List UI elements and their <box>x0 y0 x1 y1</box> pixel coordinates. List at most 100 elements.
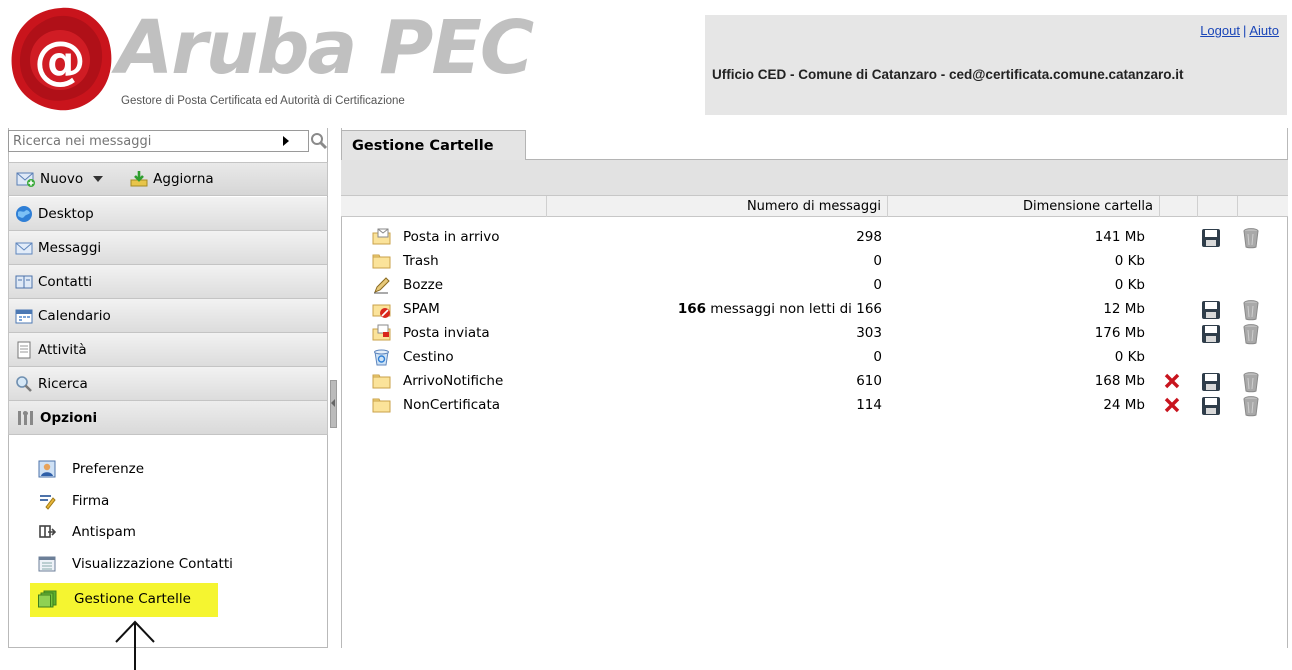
folder-size: 12 Mb <box>1103 301 1145 317</box>
folder-name[interactable]: Posta in arrivo <box>403 229 500 245</box>
folder-size: 168 Mb <box>1094 373 1145 389</box>
nav-contacts[interactable]: Contatti <box>8 265 328 299</box>
nav-calendar[interactable]: Calendario <box>8 299 328 333</box>
task-list-icon <box>17 341 31 358</box>
folder-name[interactable]: ArrivoNotifiche <box>403 373 503 389</box>
drafts-pencil-icon <box>372 276 392 298</box>
option-folder-management[interactable]: Gestione Cartelle <box>38 586 191 612</box>
calendar-icon <box>15 309 33 323</box>
header-links: Logout | Aiuto <box>1200 23 1279 38</box>
count-text: 0 <box>873 349 882 365</box>
count-text: 303 <box>856 325 882 341</box>
folder-row[interactable]: Bozze 0 0 Kb <box>341 274 1288 298</box>
antispam-filter-icon <box>39 525 56 538</box>
folder-message-count: 298 <box>856 229 882 245</box>
column-header-count[interactable]: Numero di messaggi <box>546 196 887 217</box>
nav-messages[interactable]: Messaggi <box>8 231 328 265</box>
folder-name[interactable]: SPAM <box>403 301 440 317</box>
folder-message-count: 610 <box>856 373 882 389</box>
folder-message-count: 303 <box>856 325 882 341</box>
folder-name[interactable]: Bozze <box>403 277 443 293</box>
search-input[interactable] <box>9 131 279 151</box>
nav-tasks[interactable]: Attività <box>8 333 328 367</box>
search-options-arrow-icon[interactable] <box>283 136 289 146</box>
tab-folder-management[interactable]: Gestione Cartelle <box>341 130 526 160</box>
logo-wordmark: Aruba PEC <box>116 5 534 91</box>
column-header-name[interactable] <box>341 196 546 217</box>
folder-name[interactable]: Posta inviata <box>403 325 490 341</box>
new-button[interactable]: Nuovo <box>16 171 115 187</box>
folder-row[interactable]: Posta inviata 303 176 Mb <box>341 322 1288 346</box>
folder-row[interactable]: Posta in arrivo 298 141 Mb <box>341 226 1288 250</box>
option-signature[interactable]: Firma <box>38 488 109 514</box>
tab-toolbar <box>341 159 1288 195</box>
save-folder-button[interactable] <box>1201 228 1221 252</box>
option-preferences[interactable]: Preferenze <box>38 456 144 482</box>
count-text: 0 <box>873 253 882 269</box>
new-button-label: Nuovo <box>40 171 84 187</box>
nav-label: Attività <box>38 341 87 358</box>
spam-folder-icon <box>372 300 392 322</box>
option-contacts-view[interactable]: Visualizzazione Contatti <box>38 551 233 577</box>
folder-row[interactable]: SPAM 166 messaggi non letti di 166 12 Mb <box>341 298 1288 322</box>
inbox-folder-icon <box>372 228 392 250</box>
folder-name[interactable]: NonCertificata <box>403 397 500 413</box>
user-profile-icon <box>38 460 56 478</box>
count-text: 298 <box>856 229 882 245</box>
help-link[interactable]: Aiuto <box>1249 23 1279 38</box>
aruba-seal-logo-icon: @ <box>11 7 112 111</box>
option-label: Preferenze <box>72 461 145 477</box>
nav-label: Desktop <box>38 205 94 222</box>
nav-options[interactable]: Opzioni <box>8 401 328 435</box>
address-book-icon <box>15 275 33 288</box>
save-floppy-icon <box>1202 373 1220 391</box>
folder-name[interactable]: Cestino <box>403 349 454 365</box>
delete-folder-button[interactable] <box>1163 372 1181 394</box>
folder-size: 176 Mb <box>1094 325 1145 341</box>
folder-row[interactable]: Trash 0 0 Kb <box>341 250 1288 274</box>
logout-link[interactable]: Logout <box>1200 23 1240 38</box>
save-folder-button[interactable] <box>1201 324 1221 348</box>
trash-can-icon <box>1243 300 1259 321</box>
recycle-bin-icon <box>372 348 392 370</box>
logo-tagline: Gestore di Posta Certificata ed Autorità… <box>121 95 405 107</box>
trash-can-icon <box>1243 372 1259 393</box>
option-antispam[interactable]: Antispam <box>38 519 136 545</box>
option-label: Firma <box>72 493 110 509</box>
nav-label: Ricerca <box>38 375 88 392</box>
save-folder-button[interactable] <box>1201 300 1221 324</box>
folder-icon <box>372 252 392 274</box>
tools-icon <box>18 410 33 425</box>
save-folder-button[interactable] <box>1201 396 1221 420</box>
nav-desktop[interactable]: Desktop <box>8 197 328 231</box>
folder-message-count: 0 <box>873 277 882 293</box>
folder-row[interactable]: Cestino 0 0 Kb <box>341 346 1288 370</box>
nav-search[interactable]: Ricerca <box>8 367 328 401</box>
save-folder-button[interactable] <box>1201 372 1221 396</box>
column-header-size[interactable]: Dimensione cartella <box>887 196 1159 217</box>
folder-icon <box>372 396 392 418</box>
search-icon[interactable] <box>309 130 329 152</box>
save-floppy-icon <box>1202 397 1220 415</box>
chevron-down-icon[interactable] <box>93 176 104 182</box>
folder-size: 141 Mb <box>1094 229 1145 245</box>
svg-text:@: @ <box>34 31 86 91</box>
refresh-button[interactable]: Aggiorna <box>129 170 214 188</box>
folder-size: 0 Kb <box>1114 253 1145 269</box>
empty-folder-button[interactable] <box>1242 395 1260 421</box>
folder-row[interactable]: NonCertificata 114 24 Mb <box>341 394 1288 418</box>
count-text: 114 <box>856 397 882 413</box>
header: @ Aruba PEC Gestore di Posta Certificata… <box>0 0 1292 122</box>
delete-folder-button[interactable] <box>1163 396 1181 418</box>
sent-folder-icon <box>372 324 392 346</box>
panel-splitter-handle[interactable] <box>330 380 337 428</box>
new-mail-icon <box>16 172 35 187</box>
trash-can-icon <box>1243 324 1259 345</box>
column-header-delete <box>1159 196 1197 217</box>
option-label: Gestione Cartelle <box>74 591 191 607</box>
count-text: messaggi non letti di 166 <box>706 301 882 317</box>
folder-row[interactable]: ArrivoNotifiche 610 168 Mb <box>341 370 1288 394</box>
folder-name[interactable]: Trash <box>403 253 439 269</box>
envelope-icon <box>15 242 33 254</box>
option-label: Visualizzazione Contatti <box>72 556 233 572</box>
